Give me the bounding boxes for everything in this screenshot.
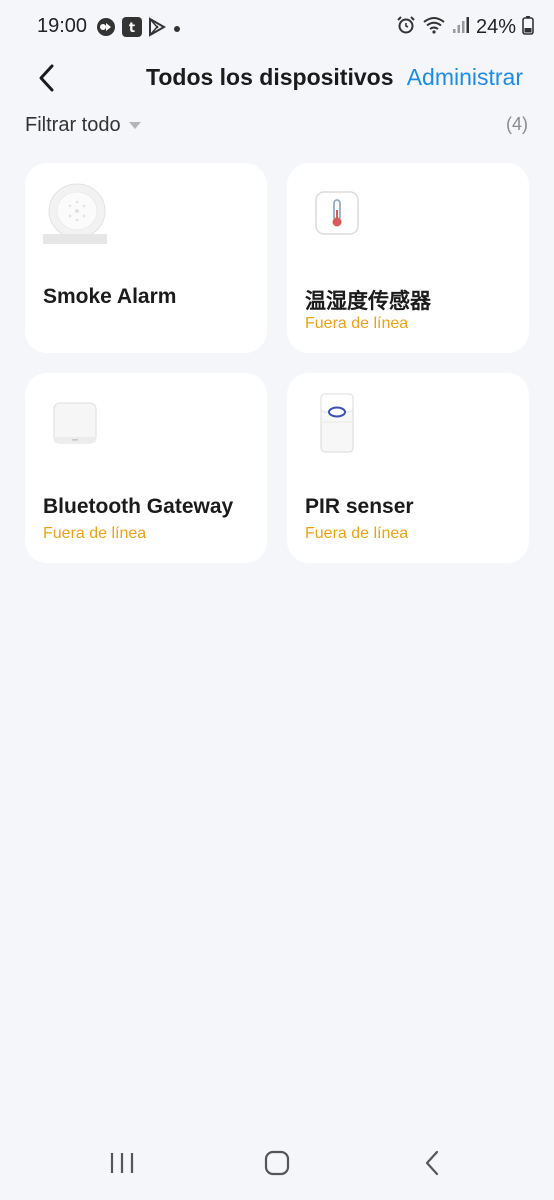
manage-button[interactable]: Administrar [407, 64, 523, 91]
device-card-smoke-alarm[interactable]: Smoke Alarm [25, 163, 267, 353]
play-store-icon [148, 17, 167, 42]
thermometer-sensor-icon [305, 181, 369, 245]
device-status: Fuera de línea [305, 315, 409, 332]
recent-apps-button[interactable] [102, 1148, 142, 1178]
device-status: Fuera de línea [305, 525, 409, 542]
device-card-bluetooth-gateway[interactable]: Bluetooth Gateway Fuera de línea [25, 373, 267, 563]
device-grid: Smoke Alarm 温湿度传感器 Fuera de línea Blueto… [25, 163, 529, 563]
status-left-icons: t [96, 17, 182, 42]
status-right: 24% [396, 15, 534, 40]
smoke-alarm-icon [43, 181, 107, 245]
recent-apps-icon [110, 1153, 134, 1173]
home-button[interactable] [257, 1148, 297, 1178]
wifi-icon [422, 15, 446, 40]
status-bar: 19:00 t 24% [0, 0, 554, 56]
pir-sensor-icon [305, 391, 369, 455]
filter-row: Filtrar todo (4) [0, 106, 554, 146]
filter-dropdown[interactable]: Filtrar todo [25, 114, 141, 137]
battery-percent: 24% [475, 16, 516, 38]
device-status: Fuera de línea [43, 525, 147, 542]
dot-icon [172, 21, 182, 39]
svg-text:t: t [129, 21, 135, 36]
back-button[interactable] [30, 60, 62, 96]
caret-down-icon [128, 121, 141, 129]
device-name: PIR senser [305, 495, 414, 518]
tuya-app-icon: t [122, 17, 142, 42]
system-nav-bar [0, 1130, 554, 1200]
device-name: 温湿度传感器 [305, 290, 431, 313]
device-name: Smoke Alarm [43, 285, 177, 308]
alarm-icon [396, 15, 416, 40]
system-back-button[interactable] [412, 1148, 452, 1178]
device-card-pir-sensor[interactable]: PIR senser Fuera de línea [287, 373, 529, 563]
page-title: Todos los dispositivos [146, 64, 394, 90]
status-time: 19:00 [37, 15, 88, 37]
back-icon [425, 1150, 439, 1176]
device-count: (4) [506, 114, 528, 134]
device-card-temp-humidity-sensor[interactable]: 温湿度传感器 Fuera de línea [287, 163, 529, 353]
device-name: Bluetooth Gateway [43, 495, 234, 518]
screen: 19:00 t 24% Todos los dispositivos Admin… [0, 0, 554, 1200]
gateway-icon [43, 391, 107, 455]
header: Todos los dispositivos Administrar [0, 56, 554, 100]
battery-icon [522, 15, 534, 40]
filter-label: Filtrar todo [25, 114, 121, 136]
media-icon [96, 17, 116, 42]
signal-icon [452, 15, 470, 40]
home-icon [264, 1150, 290, 1176]
chevron-left-icon [39, 64, 54, 92]
